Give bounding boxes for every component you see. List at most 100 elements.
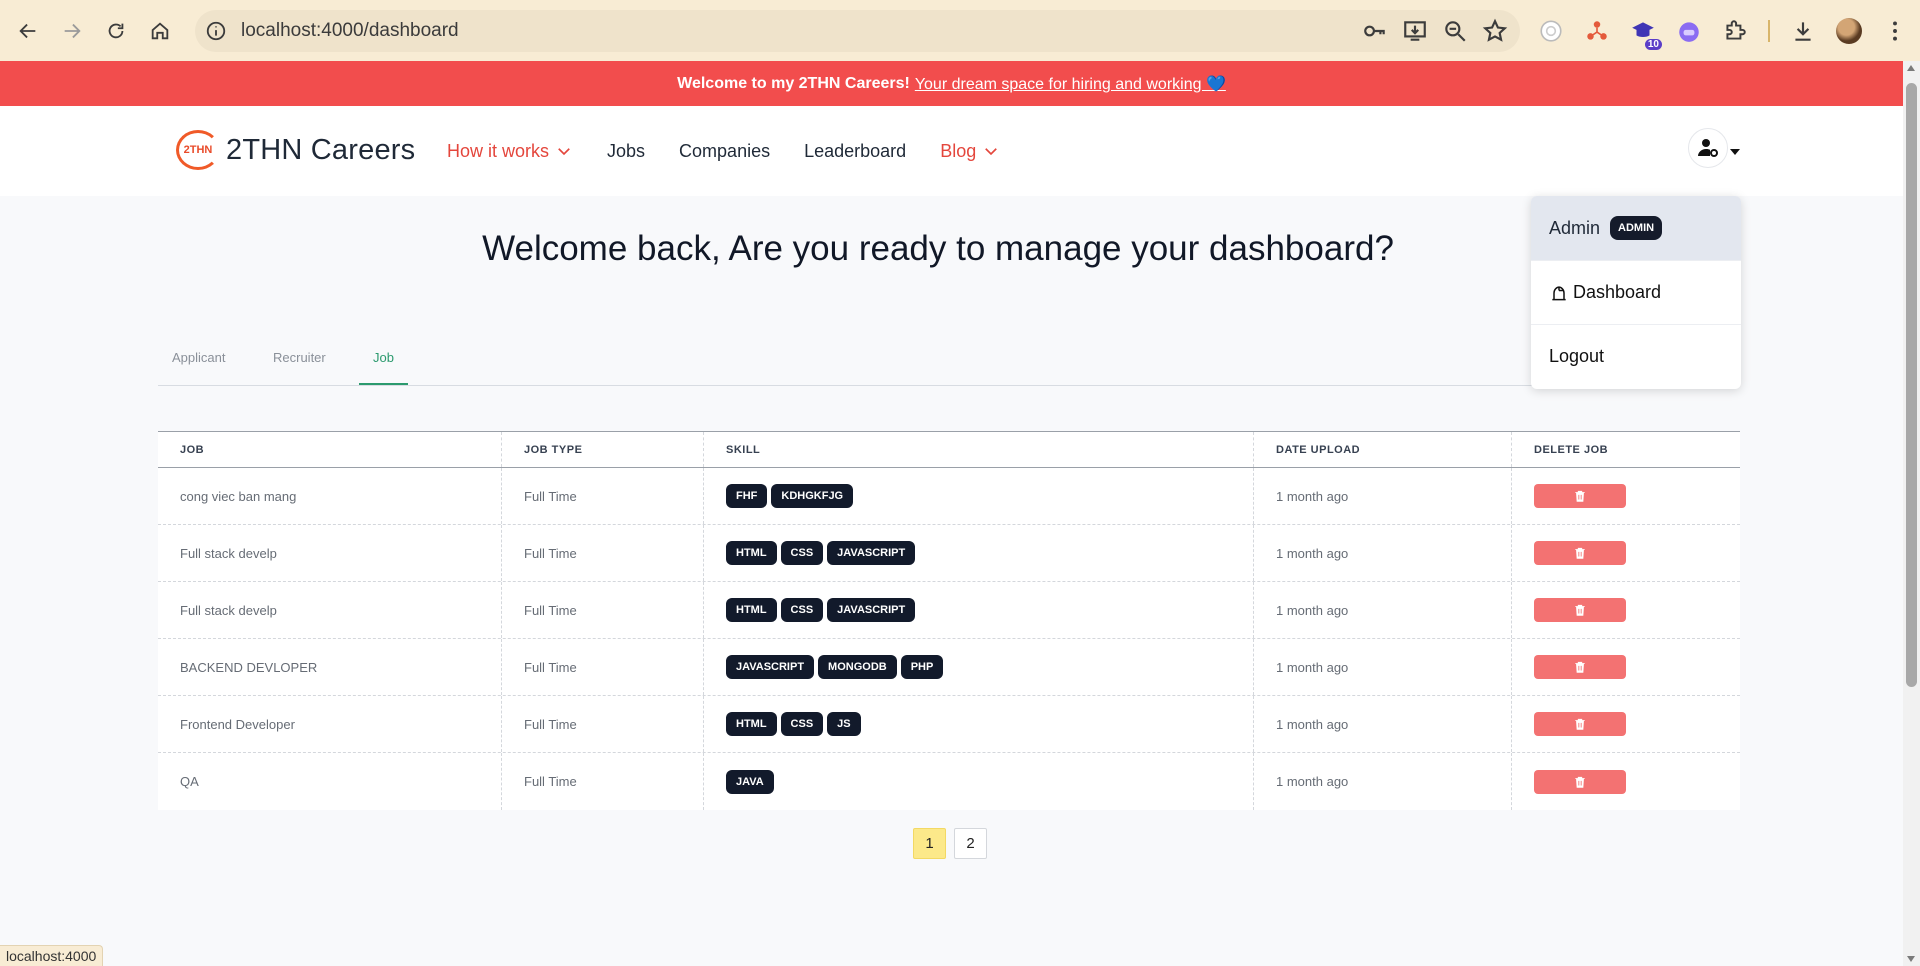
home-button[interactable] [138,9,182,53]
logo-text: 2THN Careers [226,133,416,166]
extension-network-icon[interactable] [1584,18,1610,44]
toolbar-separator [1768,20,1770,42]
date-upload-cell: 1 month ago [1254,639,1512,695]
table-row: BACKEND DEVLOPER Full Time JAVASCRIPT MONGO… [158,639,1740,696]
skills-cell: JAVA [704,753,1254,810]
column-header-job-type: JOB TYPE [502,432,704,467]
menu-label: Blog [940,140,977,161]
extension-graduation-icon[interactable]: 10 [1630,18,1662,50]
skills-cell: HTML CSS JS [704,696,1254,752]
extension-helmet-icon[interactable] [1676,18,1702,44]
site-header: 2THN 2THN Careers How it works Jobs Comp… [0,106,1903,196]
job-title-cell: Frontend Developer [158,696,502,752]
table-header: JOB JOB TYPE SKILL DATE UPLOAD DELETE JO… [158,431,1740,468]
job-title-cell: BACKEND DEVLOPER [158,639,502,695]
site-info-icon[interactable] [205,20,227,42]
delete-cell [1512,582,1740,638]
job-type-cell: Full Time [502,582,704,638]
menu-label: How it works [447,140,550,161]
announcement-link[interactable]: Your dream space for hiring and working … [915,74,1226,94]
chevron-down-icon [985,148,998,156]
back-button[interactable] [6,9,50,53]
reload-button[interactable] [94,9,138,53]
date-upload-cell: 1 month ago [1254,696,1512,752]
user-menu-button[interactable] [1688,128,1728,168]
scroll-thumb[interactable] [1906,83,1917,687]
announcement-title: Welcome to my 2THN Careers! [677,74,910,92]
announcement-bar: Welcome to my 2THN Careers! Your dream s… [0,61,1903,106]
column-header-date-upload: DATE UPLOAD [1254,432,1512,467]
jobs-table: JOB JOB TYPE SKILL DATE UPLOAD DELETE JO… [158,431,1740,810]
trash-icon [1575,604,1585,616]
column-header-job: JOB [158,432,502,467]
browser-menu-icon[interactable] [1882,18,1908,44]
delete-cell [1512,468,1740,524]
page-button-1[interactable]: 1 [913,828,946,859]
page-button-2[interactable]: 2 [954,828,987,859]
table-row: QA Full Time JAVA 1 month ago [158,753,1740,810]
trash-icon [1575,718,1585,730]
user-dropdown: Admin ADMIN Dashboard Logout [1531,196,1741,389]
dropdown-user-info: Admin ADMIN [1531,196,1741,260]
browser-toolbar: localhost:4000/dashboard 10 [0,0,1920,61]
menu-how-it-works[interactable]: How it works [447,141,573,162]
caret-down-icon[interactable] [1730,149,1740,155]
delete-cell [1512,639,1740,695]
extension-badge: 10 [1644,39,1662,50]
skill-badge: CSS [780,541,824,565]
job-type-cell: Full Time [502,753,704,810]
role-badge: ADMIN [1610,216,1663,240]
tab-job[interactable]: Job [359,350,408,385]
delete-job-button[interactable] [1534,484,1626,508]
skill-badge: JAVASCRIPT [726,655,815,679]
menu-jobs[interactable]: Jobs [607,141,645,162]
skills-cell: HTML CSS JAVASCRIPT [704,582,1254,638]
menu-leaderboard[interactable]: Leaderboard [804,141,906,162]
downloads-icon[interactable] [1790,18,1816,44]
skills-cell: JAVASCRIPT MONGODB PHP [704,639,1254,695]
scroll-up-arrow-icon[interactable] [1907,65,1915,71]
zoom-icon[interactable] [1442,18,1468,44]
tab-recruiter[interactable]: Recruiter [259,350,340,385]
job-type-cell: Full Time [502,639,704,695]
key-icon[interactable] [1362,18,1388,44]
logo-mark: 2THN [176,130,220,170]
skill-badge: HTML [726,541,777,565]
trash-icon [1575,490,1585,502]
dropdown-dashboard[interactable]: Dashboard [1531,260,1741,324]
skill-badge: CSS [780,598,824,622]
delete-cell [1512,525,1740,581]
table-row: cong viec ban mang Full Time FHF KDHGKFJG 1 … [158,468,1740,525]
delete-job-button[interactable] [1534,598,1626,622]
extensions-puzzle-icon[interactable] [1722,18,1748,44]
skill-badge: KDHGKFJG [771,484,854,508]
menu-companies[interactable]: Companies [679,141,770,162]
delete-job-button[interactable] [1534,541,1626,565]
profile-avatar[interactable] [1836,18,1862,44]
user-gear-icon [1698,139,1718,157]
forward-button[interactable] [50,9,94,53]
page-scrollbar[interactable] [1903,61,1920,966]
star-icon[interactable] [1482,18,1508,44]
delete-job-button[interactable] [1534,712,1626,736]
url-text[interactable]: localhost:4000/dashboard [241,20,459,42]
address-bar[interactable]: localhost:4000/dashboard [195,10,1520,52]
site-logo[interactable]: 2THN 2THN Careers [176,130,415,170]
job-title-cell: QA [158,753,502,810]
user-name: Admin [1549,217,1601,238]
delete-job-button[interactable] [1534,655,1626,679]
skill-badge: MONGODB [818,655,897,679]
extension-timer-icon[interactable] [1538,18,1564,44]
install-app-icon[interactable] [1402,18,1428,44]
dropdown-logout[interactable]: Logout [1531,324,1741,388]
skill-badge: HTML [726,712,777,736]
date-upload-cell: 1 month ago [1254,525,1512,581]
scroll-down-arrow-icon[interactable] [1907,956,1915,962]
skill-badge: FHF [726,484,768,508]
tab-applicant[interactable]: Applicant [158,350,239,385]
menu-blog[interactable]: Blog [940,141,1000,162]
skill-badge: JS [827,712,861,736]
date-upload-cell: 1 month ago [1254,753,1512,810]
arrow-left-icon [19,23,36,38]
delete-job-button[interactable] [1534,769,1626,794]
